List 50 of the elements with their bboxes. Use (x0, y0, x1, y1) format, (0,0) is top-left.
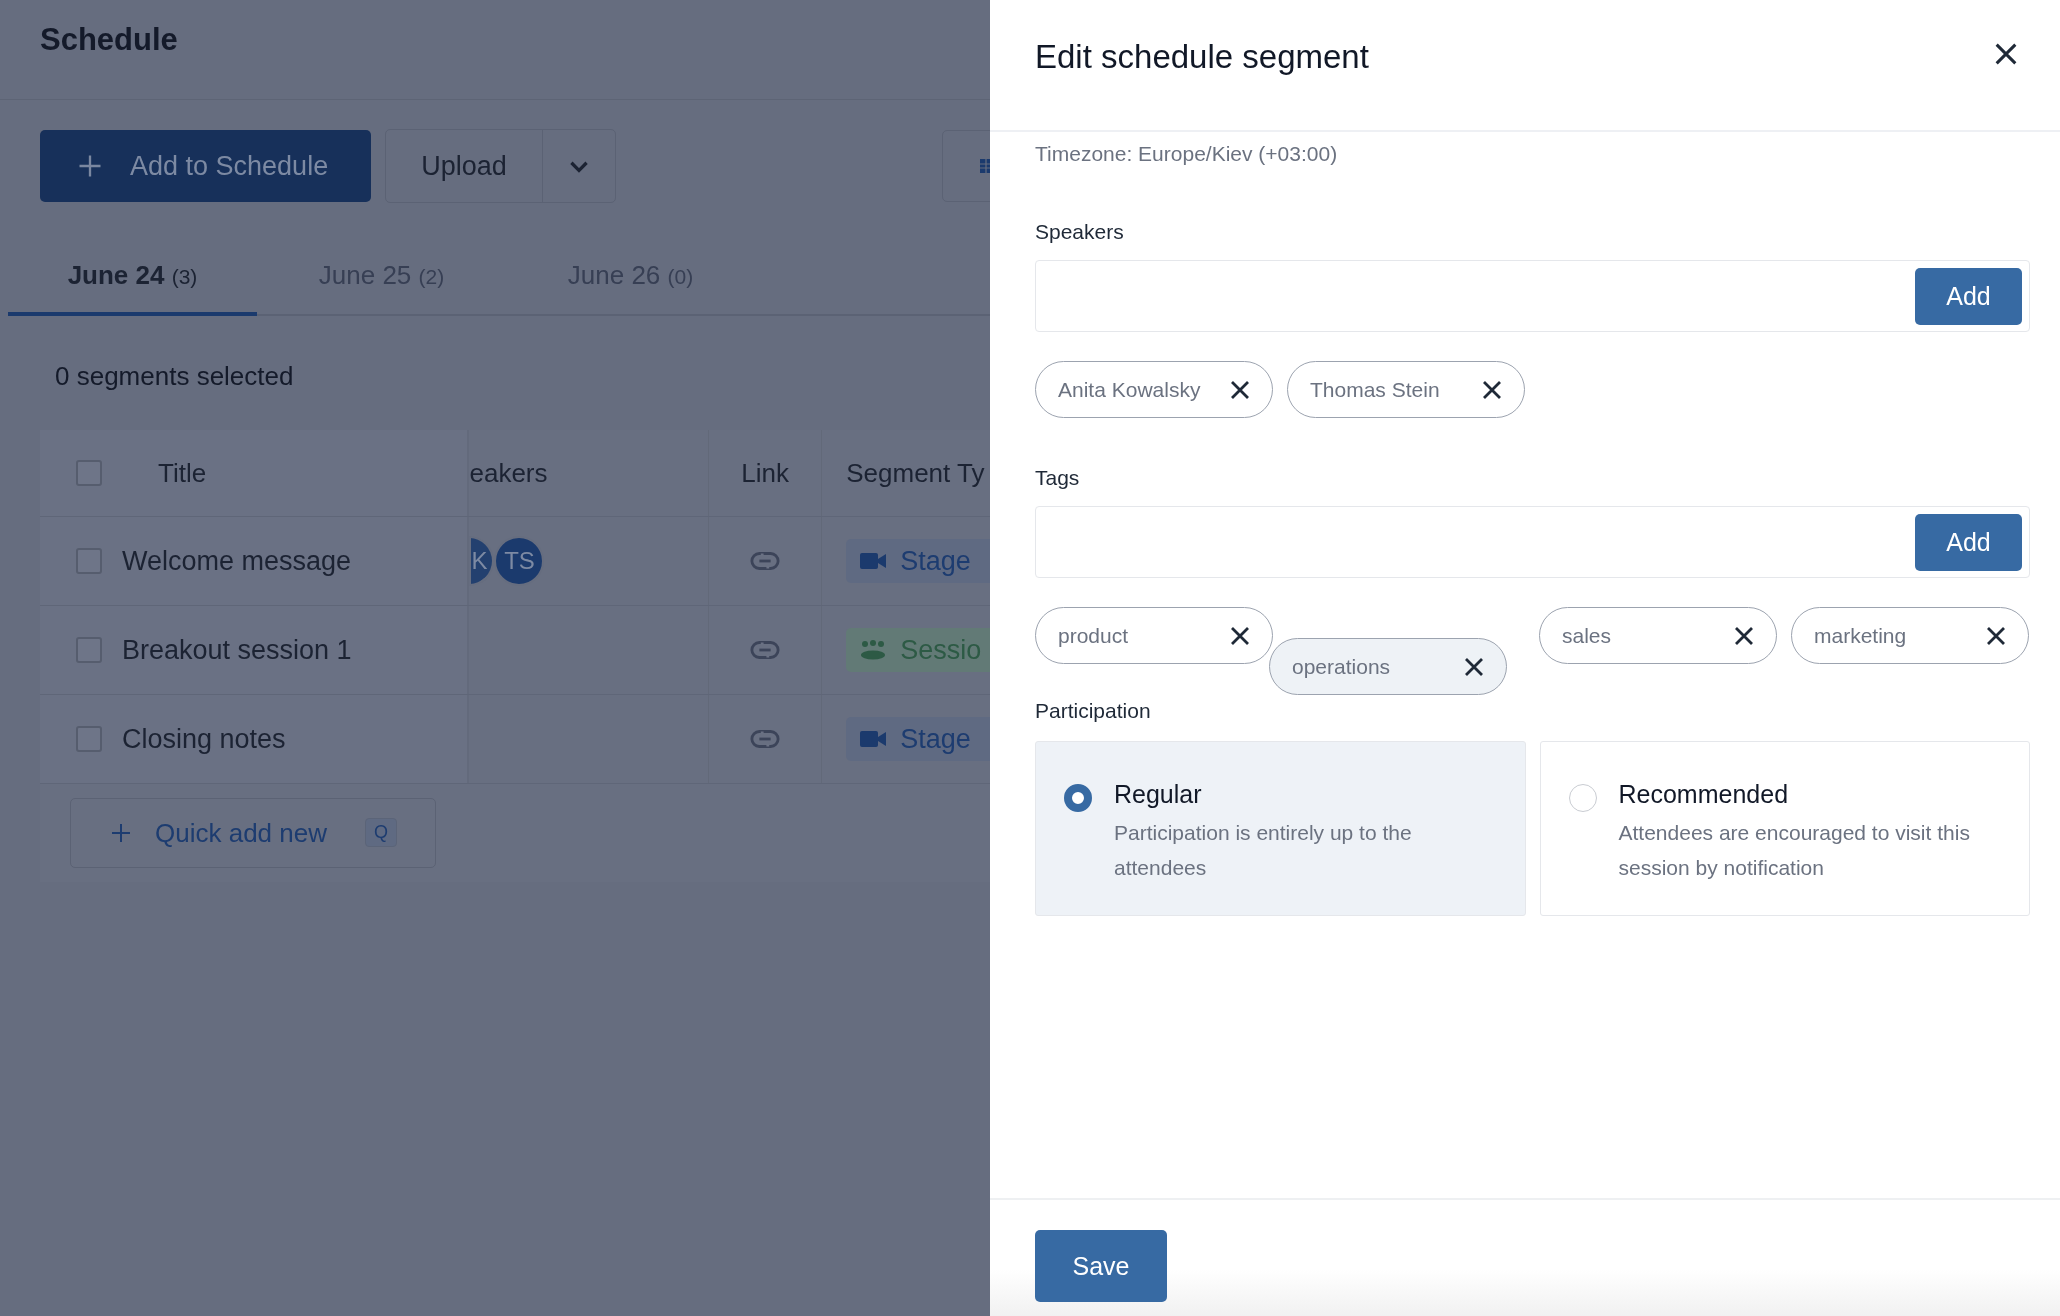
field-label: Participation (1035, 699, 1152, 723)
speaker-input-field[interactable]: Add (1035, 260, 2030, 332)
save-button[interactable]: Save (1035, 1230, 1167, 1302)
plus-icon (109, 821, 133, 845)
column-header[interactable]: eakers (469, 457, 548, 489)
link-icon[interactable] (750, 640, 781, 660)
tag-chip[interactable]: sales (1539, 607, 1777, 664)
field-label: Tags (1035, 466, 1081, 490)
column-header[interactable]: Segment Ty (846, 457, 985, 489)
tag-chip[interactable]: operations (1269, 638, 1507, 695)
column-header[interactable]: Title (158, 457, 207, 489)
add-button[interactable]: Add (1915, 513, 2022, 571)
row-checkbox[interactable] (76, 726, 102, 752)
date-tab[interactable]: June 24 (3) (8, 238, 257, 316)
speaker-avatar: K (469, 536, 495, 586)
segment-type-tag: Stage (846, 539, 990, 583)
group-icon (860, 640, 887, 660)
tag-input-field[interactable]: Add (1035, 506, 2030, 578)
option-title: Recommended (1618, 780, 1790, 809)
tag-chip[interactable]: marketing (1791, 607, 2029, 664)
participation-option[interactable]: Regular Participation is entirely up to the attendees (1035, 741, 1526, 916)
row-checkbox[interactable] (76, 637, 102, 663)
speaker-chip[interactable]: Thomas Stein (1287, 361, 1525, 418)
link-icon[interactable] (750, 729, 781, 749)
speaker-chip[interactable]: Anita Kowalsky (1035, 361, 1273, 418)
column-header[interactable]: Link (741, 457, 789, 489)
select-all-checkbox[interactable] (76, 460, 102, 486)
option-title: Regular (1114, 780, 1203, 809)
page-title: Schedule (40, 22, 178, 58)
segment-type-tag: Stage (846, 717, 990, 761)
add-to-schedule-button[interactable]: Add to Schedule (40, 130, 371, 202)
add-button[interactable]: Add (1915, 267, 2022, 325)
tag-chip[interactable]: product (1035, 607, 1273, 664)
row-checkbox[interactable] (76, 548, 102, 574)
shortcut-key: Q (365, 818, 397, 847)
selection-status: 0 segments selected (55, 361, 294, 391)
panel-title: Edit schedule segment (1035, 38, 1369, 76)
video-camera-icon (860, 730, 887, 748)
timezone-text: Timezone: Europe/Kiev (+03:00) (1035, 142, 1339, 166)
segment-title: Welcome message (122, 545, 352, 577)
option-description: Attendees are encouraged to visit this session by notification (1618, 820, 1971, 881)
field-label: Speakers (1035, 220, 1125, 244)
link-icon[interactable] (750, 551, 781, 571)
video-camera-icon (860, 552, 887, 570)
participation-option[interactable]: Recommended Attendees are encouraged to visit this session by notification (1539, 741, 2030, 916)
option-description: Participation is entirely up to the attendees (1114, 820, 1413, 881)
radio-button[interactable] (1064, 784, 1092, 812)
segment-title: Breakout session 1 (122, 634, 352, 666)
segment-title: Closing notes (122, 723, 286, 755)
speaker-avatar: TS (494, 536, 545, 586)
